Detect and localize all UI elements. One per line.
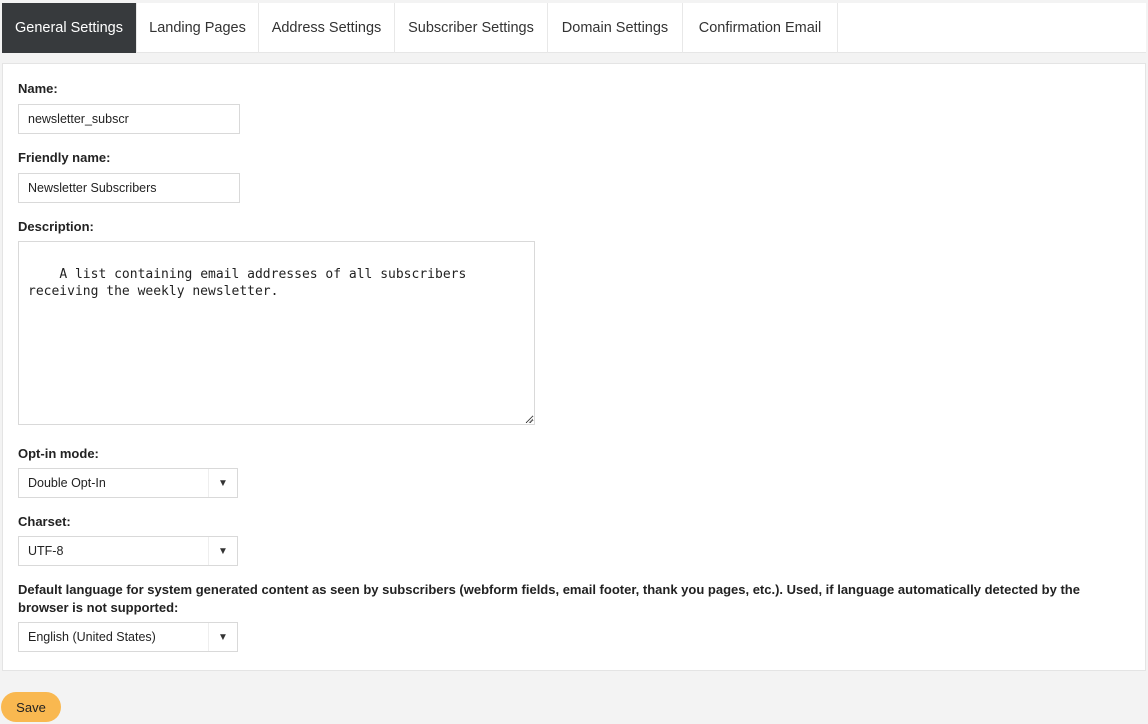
description-label: Description: xyxy=(18,219,94,234)
tab-confirmation-email[interactable]: Confirmation Email xyxy=(683,3,838,53)
triangle-down-icon: ▼ xyxy=(208,469,237,497)
friendly-name-input[interactable] xyxy=(18,173,240,203)
settings-tabs: General Settings Landing Pages Address S… xyxy=(2,3,1146,53)
default-language-select[interactable]: English (United States) ▼ xyxy=(18,622,238,652)
name-label: Name: xyxy=(18,81,58,96)
name-input[interactable] xyxy=(18,104,240,134)
default-language-value: English (United States) xyxy=(28,630,156,644)
description-textarea[interactable]: A list containing email addresses of all… xyxy=(18,241,535,425)
tab-label: General Settings xyxy=(14,20,123,36)
tab-label: Landing Pages xyxy=(149,20,246,36)
tab-label: Domain Settings xyxy=(561,20,669,36)
tab-general-settings[interactable]: General Settings xyxy=(2,3,137,53)
triangle-down-icon: ▼ xyxy=(208,537,237,565)
charset-value: UTF-8 xyxy=(28,544,64,558)
tab-label: Confirmation Email xyxy=(698,20,822,36)
optin-mode-value: Double Opt-In xyxy=(28,476,106,490)
optin-mode-label: Opt-in mode: xyxy=(18,446,99,461)
tab-label: Address Settings xyxy=(271,20,382,36)
tab-address-settings[interactable]: Address Settings xyxy=(259,3,395,53)
resize-grip-icon[interactable] xyxy=(525,415,533,423)
tab-landing-pages[interactable]: Landing Pages xyxy=(137,3,259,53)
tab-domain-settings[interactable]: Domain Settings xyxy=(548,3,683,53)
charset-label: Charset: xyxy=(18,514,71,529)
save-button[interactable]: Save xyxy=(1,692,61,722)
charset-select[interactable]: UTF-8 ▼ xyxy=(18,536,238,566)
optin-mode-select[interactable]: Double Opt-In ▼ xyxy=(18,468,238,498)
tab-label: Subscriber Settings xyxy=(408,20,534,36)
friendly-name-label: Friendly name: xyxy=(18,150,111,165)
general-settings-panel: Name: Friendly name: Description: A list… xyxy=(2,63,1146,671)
default-language-label: Default language for system generated co… xyxy=(18,582,1080,615)
tab-subscriber-settings[interactable]: Subscriber Settings xyxy=(395,3,548,53)
triangle-down-icon: ▼ xyxy=(208,623,237,651)
description-text: A list containing email addresses of all… xyxy=(28,267,475,299)
